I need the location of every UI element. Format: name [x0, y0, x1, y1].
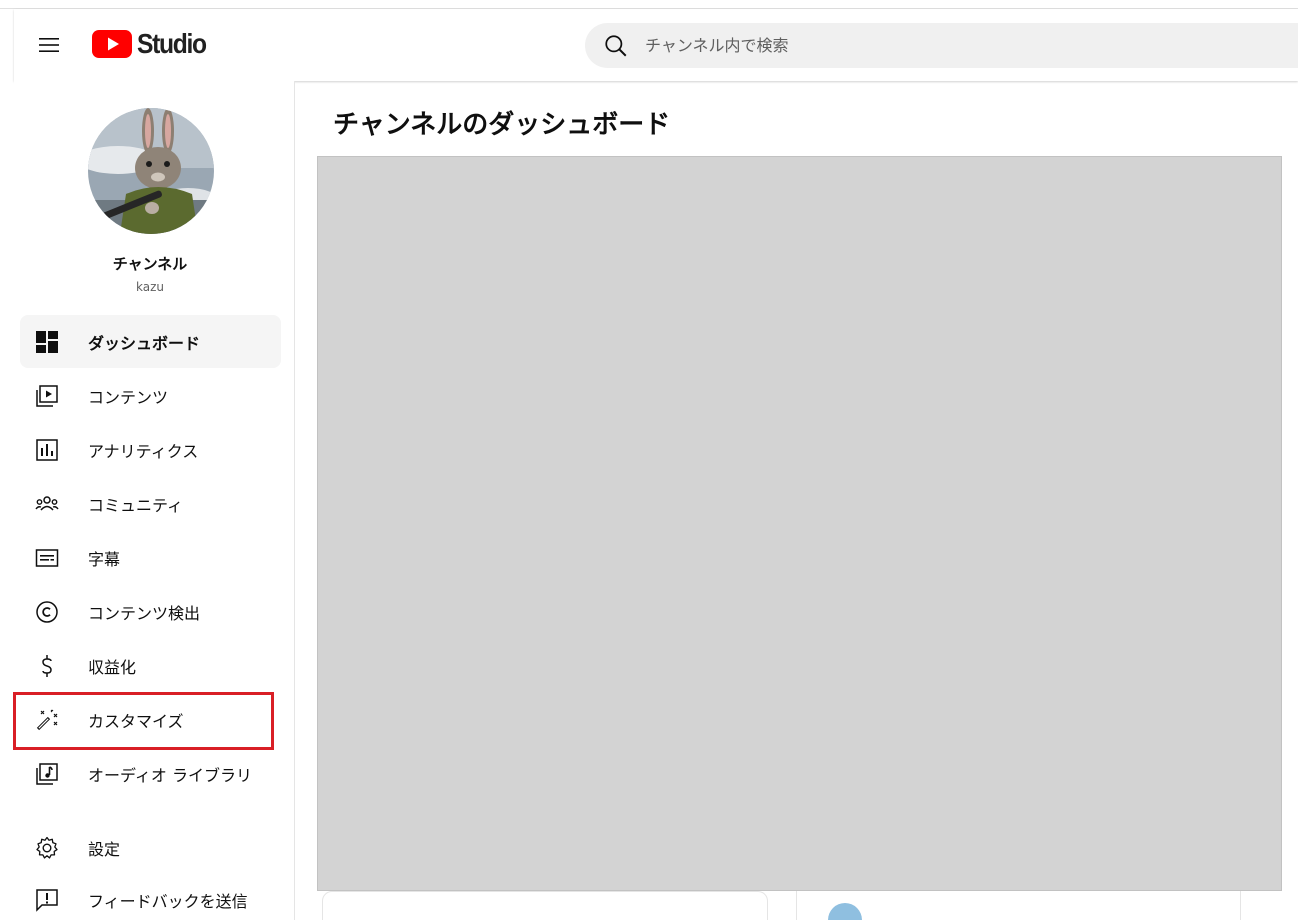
copyright-icon — [34, 599, 60, 625]
channel-name: チャンネル — [112, 255, 188, 273]
sidebar-item-label: フィードバックを送信 — [88, 891, 248, 911]
audio-library-icon — [34, 761, 60, 787]
sidebar-item-label: コンテンツ — [88, 387, 169, 407]
sidebar-item-subtitles[interactable]: 字幕 — [20, 531, 281, 584]
sidebar-item-monetization[interactable]: 収益化 — [20, 639, 281, 692]
sidebar-item-label: ダッシュボード — [88, 333, 201, 353]
sidebar-item-label: コミュニティ — [88, 495, 184, 515]
hamburger-menu-icon — [39, 38, 59, 52]
dashboard-card — [796, 891, 1241, 920]
sidebar-item-analytics[interactable]: アナリティクス — [20, 423, 281, 476]
sidebar-item-audio-library[interactable]: オーディオ ライブラリ — [20, 747, 281, 800]
sidebar-item-label: 字幕 — [88, 549, 121, 569]
dashboard-icon — [34, 329, 60, 355]
search-icon[interactable] — [603, 33, 629, 59]
sidebar-item-dashboard[interactable]: ダッシュボード — [20, 315, 281, 368]
sidebar-item-content-detection[interactable]: コンテンツ検出 — [20, 585, 281, 638]
subtitles-icon — [34, 545, 60, 571]
sidebar-item-community[interactable]: コミュニティ — [20, 477, 281, 530]
monetization-icon — [34, 653, 60, 679]
logo-text: Studio — [137, 28, 207, 59]
analytics-icon — [34, 437, 60, 463]
sidebar-item-content[interactable]: コンテンツ — [20, 369, 281, 422]
channel-handle: kazu — [136, 280, 164, 294]
dashboard-content-placeholder — [317, 156, 1282, 891]
content-icon — [34, 383, 60, 409]
sidebar-item-label: オーディオ ライブラリ — [88, 765, 252, 785]
sidebar-item-label: コンテンツ検出 — [88, 603, 201, 623]
rabbit-avatar-image — [88, 108, 214, 234]
top-app-bar: Studio — [14, 9, 1298, 81]
sidebar-item-feedback[interactable]: フィードバックを送信 — [20, 873, 281, 920]
dashboard-card — [322, 891, 768, 920]
gear-icon — [34, 835, 60, 861]
community-icon — [34, 491, 60, 517]
page-title: チャンネルのダッシュボード — [333, 110, 671, 140]
sidebar-item-label: アナリティクス — [88, 441, 199, 461]
hamburger-menu-button[interactable] — [37, 33, 61, 57]
sidebar-item-label: 収益化 — [88, 657, 137, 677]
customize-highlight-box — [13, 692, 274, 750]
search-bar[interactable] — [585, 23, 1298, 68]
feedback-icon — [34, 887, 60, 913]
youtube-studio-logo[interactable]: Studio — [92, 28, 215, 59]
sidebar: チャンネル kazu ダッシュボード コンテンツ アナリティクス コミュニティ … — [14, 81, 295, 920]
channel-avatar[interactable] — [88, 108, 214, 234]
sidebar-item-settings[interactable]: 設定 — [20, 821, 281, 874]
search-input[interactable] — [645, 36, 1245, 55]
youtube-play-logo-icon — [92, 30, 132, 58]
sidebar-item-label: 設定 — [88, 839, 121, 859]
